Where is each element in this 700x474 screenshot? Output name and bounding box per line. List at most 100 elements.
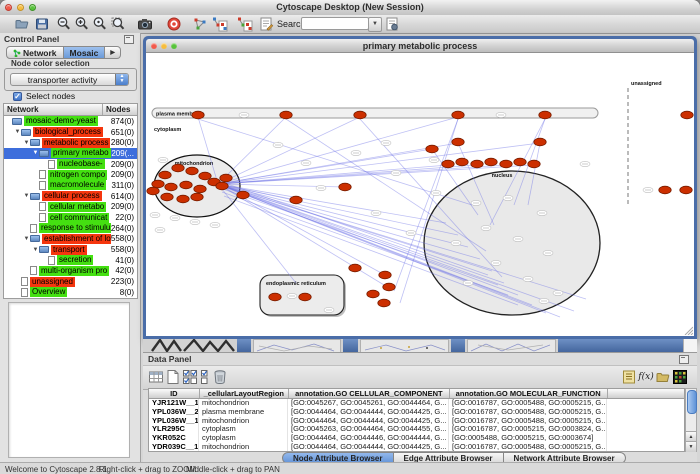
status-welcome: Welcome to Cytoscape 2.8.1 <box>5 465 107 474</box>
control-panel-tabs: Network Mosaic ▶ <box>6 46 121 59</box>
tree-row[interactable]: unassigned223(0) <box>4 276 137 287</box>
select-nodes-checkbox[interactable]: ✓ <box>13 92 22 101</box>
background-window-edge[interactable] <box>451 339 465 352</box>
zoom-fit-icon[interactable] <box>92 16 108 32</box>
expand-arrow-icon[interactable]: ▼ <box>32 150 39 156</box>
table-column-header[interactable]: annotation.GO MOLECULAR_FUNCTION <box>450 389 608 398</box>
tree-row[interactable]: multi-organism pro42(0) <box>4 266 137 277</box>
tree-row[interactable]: ▼biological_process651(0) <box>4 127 137 138</box>
table-column-header[interactable]: annotation.GO CELLULAR_COMPONENT <box>289 389 450 398</box>
expand-arrow-icon[interactable]: ▼ <box>14 129 21 135</box>
table-scrollbar[interactable]: ▲ ▼ <box>685 388 697 452</box>
tree-row-label: cellular metabo <box>48 202 106 212</box>
table-row[interactable]: YPL036W__1mitochondrion[GO:0044464, GO:0… <box>149 417 684 426</box>
copy-network-icon[interactable] <box>212 16 228 32</box>
tree-row-label: biological_process <box>33 127 103 137</box>
tree-row[interactable]: nucleobase-209(0) <box>4 159 137 170</box>
attribute-table: YJR121W__1mitochondrion[GO:0045267, GO:0… <box>148 399 685 452</box>
background-window-fragment[interactable] <box>253 339 341 352</box>
tree-row[interactable]: Overview8(0) <box>4 287 137 298</box>
select-attributes-icon[interactable] <box>182 369 198 385</box>
tree-row[interactable]: ▼establishment of lo558(0) <box>4 234 137 245</box>
file-icon <box>39 170 46 179</box>
table-row[interactable]: YKR052Ccytoplasm[GO:0044464, GO:0044446,… <box>149 434 684 443</box>
search-input[interactable] <box>301 17 369 30</box>
zoom-in-icon[interactable] <box>74 16 90 32</box>
tree-row[interactable]: ▼transport558(0) <box>4 244 137 255</box>
delete-attribute-icon[interactable] <box>212 369 228 385</box>
background-window-fragment[interactable] <box>467 339 556 352</box>
new-attribute-icon[interactable] <box>165 369 181 385</box>
svg-text:nucleus: nucleus <box>492 173 513 179</box>
resize-grip-icon[interactable] <box>683 325 693 335</box>
background-window-fragment[interactable] <box>360 339 449 352</box>
node-color-dropdown[interactable]: transporter activity ▲▼ <box>10 73 129 86</box>
graph-nodes[interactable] <box>147 111 693 307</box>
snapshot-camera-icon[interactable] <box>137 16 153 32</box>
region-nucleus[interactable]: nucleus <box>424 171 600 315</box>
network-icon[interactable] <box>192 16 208 32</box>
table-cell: mitochondrion <box>199 399 288 408</box>
tab-network[interactable]: Network <box>6 46 64 59</box>
tree-row[interactable]: cellular metabo209(0) <box>4 202 137 213</box>
table-column-header[interactable]: ID <box>149 389 200 398</box>
tree-row[interactable]: ▼cellular process614(0) <box>4 191 137 202</box>
zoom-out-icon[interactable] <box>56 16 72 32</box>
region-cytoplasm-label: cytoplasm <box>154 127 181 133</box>
float-panel-icon[interactable] <box>124 35 134 44</box>
tree-row[interactable]: response to stimulu264(0) <box>4 223 137 234</box>
function-builder-icon[interactable]: f(x) <box>638 369 654 385</box>
table-row[interactable]: YDR039C__1mitochondrion[GO:0044464, GO:0… <box>149 443 684 452</box>
tab-overflow-arrow[interactable]: ▶ <box>105 46 121 59</box>
expand-arrow-icon[interactable]: ▼ <box>23 193 30 199</box>
tree-column-nodes[interactable]: Nodes <box>103 104 133 115</box>
tree-column-network[interactable]: Network <box>4 104 103 115</box>
tree-row[interactable]: secretion41(0) <box>4 255 137 266</box>
copy-network-attributes-icon[interactable] <box>237 16 253 32</box>
background-window-edge[interactable] <box>237 339 251 352</box>
import-attributes-icon[interactable] <box>655 369 671 385</box>
tree-row-nodes: 614(0) <box>111 192 137 201</box>
open-file-icon[interactable] <box>14 16 30 32</box>
expand-arrow-icon[interactable]: ▼ <box>23 236 30 242</box>
attribute-table-icon[interactable] <box>148 369 164 385</box>
birdseye-view-panel[interactable] <box>8 302 130 458</box>
table-row[interactable]: YLR295Ccytoplasm[GO:0045263, GO:0044464,… <box>149 425 684 434</box>
annotation-icon[interactable] <box>258 16 274 32</box>
tree-row[interactable]: ▼metabolic process280(0) <box>4 137 137 148</box>
zoom-selected-icon[interactable] <box>110 16 126 32</box>
region-plasma-membrane[interactable]: plasma membrane <box>152 108 598 118</box>
network-graph[interactable]: nucleusplasma membranecytoplasmmitochond… <box>146 53 694 336</box>
attribute-list-icon[interactable] <box>621 369 637 385</box>
background-window-edge[interactable] <box>558 339 683 352</box>
tree-header: Network Nodes <box>3 103 138 116</box>
tree-row[interactable]: cell communicat22(0) <box>4 212 137 223</box>
folder-icon <box>39 150 49 157</box>
float-panel-icon[interactable] <box>679 355 689 364</box>
scrollbar-thumb[interactable] <box>687 390 697 414</box>
tree-row[interactable]: ▼primary metabo209(... <box>4 148 137 159</box>
expand-arrow-icon[interactable]: ▼ <box>32 247 39 253</box>
scroll-down-icon[interactable]: ▼ <box>686 441 696 452</box>
tree-row[interactable]: nitrogen compo209(0) <box>4 169 137 180</box>
folder-icon <box>30 235 40 242</box>
table-column-header[interactable]: _cellularLayoutRegion <box>200 389 289 398</box>
tree-row-label: macromolecule <box>48 180 106 190</box>
search-dropdown-arrow-icon[interactable]: ▼ <box>368 17 382 32</box>
network-canvas[interactable]: nucleusplasma membranecytoplasmmitochond… <box>146 53 694 336</box>
tab-mosaic[interactable]: Mosaic <box>64 46 106 59</box>
tree-row[interactable]: mosaic-demo-yeast874(0) <box>4 116 137 127</box>
background-windows-strip <box>143 339 697 352</box>
help-lifesaver-icon[interactable] <box>166 16 182 32</box>
save-icon[interactable] <box>34 16 50 32</box>
tree-row[interactable]: macromolecule311(0) <box>4 180 137 191</box>
table-row[interactable]: YPL036W__2plasma membrane[GO:0044464, GO… <box>149 408 684 417</box>
background-window-edge[interactable] <box>343 339 358 352</box>
attribute-matrix-icon[interactable] <box>672 369 688 385</box>
unselect-attributes-icon[interactable] <box>197 369 213 385</box>
expand-arrow-icon[interactable]: ▼ <box>23 140 30 146</box>
tree-row-nodes: 558(0) <box>111 234 137 243</box>
table-row[interactable]: YJR121W__1mitochondrion[GO:0045267, GO:0… <box>149 399 684 408</box>
search-options-icon[interactable] <box>384 16 400 32</box>
network-view-titlebar[interactable]: primary metabolic process <box>146 39 694 53</box>
